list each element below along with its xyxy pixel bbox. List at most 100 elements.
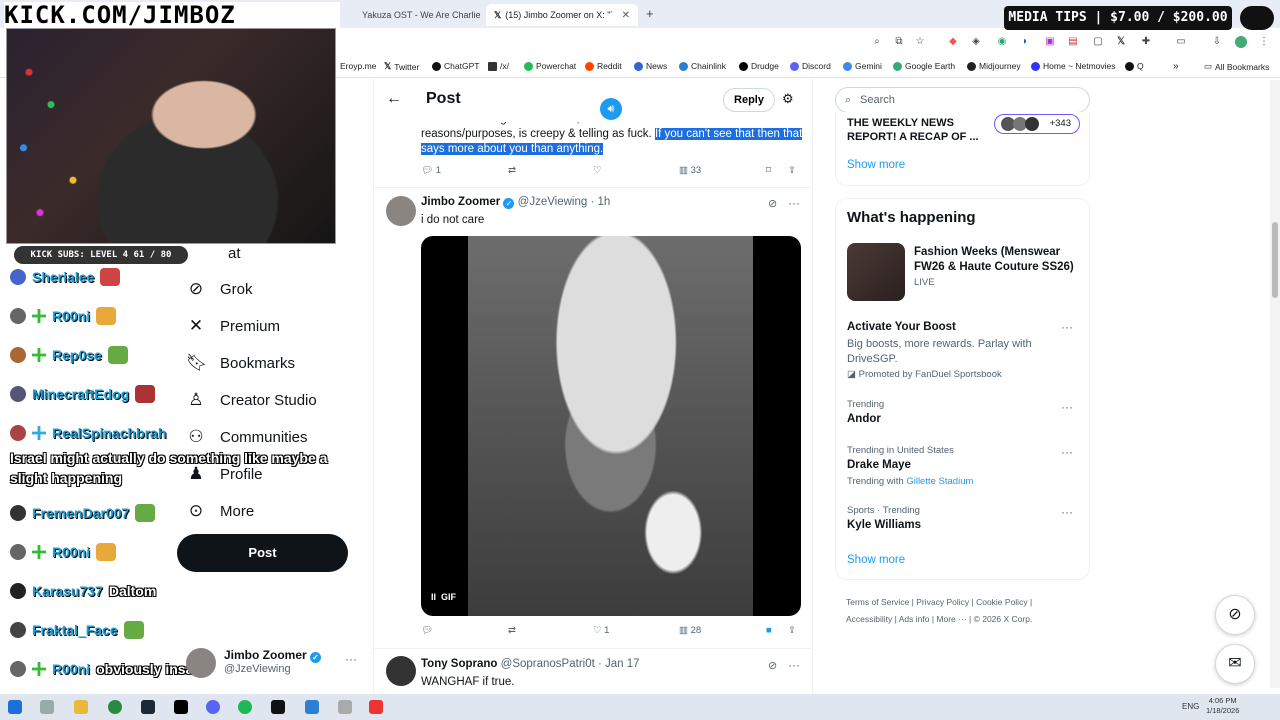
clock[interactable]: 4:06 PM 1/18/2026 (1206, 696, 1239, 716)
extension-icon[interactable]: ◗ (1019, 36, 1031, 48)
messages-fab-button[interactable]: ✉︎ (1215, 644, 1255, 684)
share-icon[interactable]: ⇪ (788, 625, 796, 636)
install-icon[interactable]: ⧉ (893, 36, 905, 48)
post-button[interactable]: Post (177, 534, 348, 572)
extension-icon[interactable]: ▤ (1067, 36, 1079, 48)
avatar[interactable] (386, 656, 416, 686)
retweet-icon[interactable]: ⇄ (508, 625, 516, 636)
close-tab-icon[interactable]: ✕ (622, 10, 630, 21)
bookmark-item[interactable]: Reddit (585, 61, 622, 71)
bookmark-item[interactable]: Eroyp.me (340, 61, 376, 71)
star-icon[interactable]: ☆ (914, 36, 926, 48)
bookmark-item[interactable]: 𝕏 Twitter (384, 61, 419, 72)
pause-icon[interactable]: II (431, 592, 436, 602)
footer-link[interactable]: Accessibility (846, 614, 892, 624)
gif-media[interactable]: II GIF (421, 236, 801, 616)
extension-icon[interactable]: ◆ (947, 36, 959, 48)
bookmark-item[interactable]: Gemini (843, 61, 882, 71)
bookmark-item[interactable]: ChatGPT (432, 61, 479, 71)
account-more-icon[interactable]: ··· (345, 652, 357, 666)
bookmark-item[interactable]: Drudge (739, 61, 779, 71)
news-title[interactable]: THE WEEKLY NEWS REPORT! A RECAP OF ... (847, 116, 982, 144)
show-more-link[interactable]: Show more (847, 159, 905, 171)
more-icon[interactable]: ··· (1061, 320, 1073, 334)
nav-item-creator-studio[interactable]: ♙ Creator Studio (186, 385, 316, 415)
start-icon[interactable] (8, 700, 22, 714)
footer-link[interactable]: Privacy Policy (916, 597, 969, 607)
trend-name[interactable]: Kyle Williams (847, 519, 921, 531)
extension-icon[interactable]: ◉ (996, 36, 1008, 48)
zoom-icon[interactable]: ⌕ (871, 36, 883, 48)
footer-link[interactable]: Ads info (899, 614, 930, 624)
spotify-icon[interactable] (238, 700, 252, 714)
filter-icon[interactable]: ⚙︎ (782, 91, 794, 107)
tab-yakuza[interactable]: Yakuza OST - We Are Charlie (350, 4, 484, 26)
retweet-icon[interactable]: ⇄ (508, 165, 516, 176)
trend-name[interactable]: Andor (847, 413, 881, 425)
scrollbar-thumb[interactable] (1272, 222, 1278, 298)
views-icon[interactable]: ▥ 28 (679, 625, 701, 636)
nav-item-communities[interactable]: ⚇ Communities (186, 422, 307, 452)
nav-item-grok[interactable]: ⊘ Grok (186, 274, 253, 304)
footer-link[interactable]: More ··· (936, 614, 966, 624)
more-icon[interactable]: ··· (1061, 505, 1073, 519)
share-icon[interactable]: ⇪ (788, 165, 796, 176)
footer-link[interactable]: Terms of Service (846, 597, 909, 607)
x-extension-icon[interactable]: 𝕏 (1115, 36, 1127, 48)
bookmark-item[interactable]: Midjourney (967, 61, 1021, 71)
bookmark-active-icon[interactable]: ■ (766, 625, 772, 636)
scrollbar[interactable] (1270, 80, 1280, 688)
volume-icon[interactable]: 🔊︎ (600, 98, 622, 120)
bookmark-item[interactable]: /x/ (488, 61, 509, 71)
new-tab-button[interactable]: + (646, 6, 654, 21)
downloads-icon[interactable]: ⇩ (1211, 36, 1223, 48)
show-more-link[interactable]: Show more (847, 554, 905, 566)
bookmark-item[interactable]: Home ~ Netmovies (1031, 61, 1116, 71)
nav-item-more[interactable]: ⊙ More (186, 496, 254, 526)
reply-icon[interactable]: 💬︎ (421, 625, 433, 636)
extension-icon[interactable]: ◈ (970, 36, 982, 48)
grok-fab-button[interactable]: ⊘ (1215, 595, 1255, 635)
back-arrow-icon[interactable]: ← (386, 90, 402, 108)
tweet-more-icon[interactable]: ··· (788, 196, 800, 210)
views-icon[interactable]: ▥ 33 (679, 165, 701, 176)
more-icon[interactable]: ··· (1061, 400, 1073, 414)
sidebar-icon[interactable]: ▭ (1175, 36, 1187, 48)
app-icon[interactable] (305, 700, 319, 714)
nav-item-profile[interactable]: ♟ Profile (186, 459, 262, 489)
tweet-more-icon[interactable]: ··· (788, 658, 800, 672)
bookmark-item[interactable]: Google Earth (893, 61, 955, 71)
puzzle-icon[interactable]: ✚ (1140, 36, 1152, 48)
menu-icon[interactable]: ⋮ (1258, 36, 1270, 48)
trend-title[interactable]: Fashion Weeks (Menswear FW26 & Haute Cou… (914, 245, 1084, 275)
avatar[interactable] (386, 196, 416, 226)
reply-icon[interactable]: 💬︎ 1 (421, 165, 441, 176)
file-explorer-icon[interactable] (74, 700, 88, 714)
all-bookmarks-button[interactable]: ▭ All Bookmarks (1204, 61, 1269, 72)
tab-x-post[interactable]: 𝕏 (15) Jimbo Zoomer on X: "They ✕ (486, 4, 638, 26)
app-icon[interactable] (369, 700, 383, 714)
bookmark-item[interactable]: Discord (790, 61, 831, 71)
like-icon[interactable]: ♡ 1 (593, 625, 609, 636)
extension-icon[interactable]: ▣ (1044, 36, 1056, 48)
extension-icon[interactable]: ▢ (1092, 36, 1104, 48)
footer-link[interactable]: Cookie Policy (976, 597, 1028, 607)
language-indicator[interactable]: ENG (1182, 702, 1199, 711)
fashion-image[interactable] (847, 243, 905, 301)
grok-icon[interactable]: ⊘ (768, 197, 777, 210)
grok-icon[interactable]: ⊘ (768, 659, 777, 672)
task-view-icon[interactable] (40, 700, 54, 714)
bookmark-item[interactable]: Q (1125, 61, 1144, 71)
nav-item-premium[interactable]: ✕ Premium (186, 311, 280, 341)
account-switcher[interactable]: Jimbo Zoomer ✓ @JzeViewing ··· (186, 646, 366, 682)
reply-button[interactable]: Reply (723, 88, 775, 112)
bookmark-item[interactable]: News (634, 61, 667, 71)
avatar-stack[interactable]: +343 (994, 114, 1080, 134)
promo-title[interactable]: Activate Your Boost (847, 321, 956, 333)
bookmark-item[interactable]: Chainlink (679, 61, 726, 71)
nav-item-chat[interactable]: at (228, 238, 288, 268)
bookmark-item[interactable]: Powerchat (524, 61, 576, 71)
discord-icon[interactable] (206, 700, 220, 714)
bookmark-icon[interactable]: ⌑ (766, 165, 771, 176)
steam-icon[interactable] (141, 700, 155, 714)
